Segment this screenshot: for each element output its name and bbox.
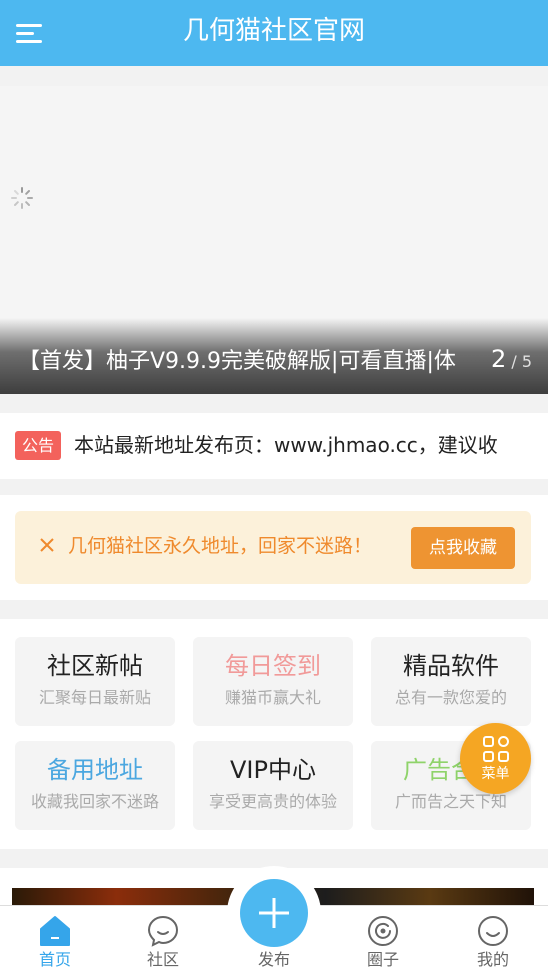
top-app-bar: 几何猫社区官网 xyxy=(0,0,548,66)
publish-label: 发布 xyxy=(257,950,290,969)
banner-pager: 2 / 5 xyxy=(491,343,532,378)
tile-title: 备用地址 xyxy=(47,756,143,784)
loading-spinner-icon xyxy=(11,187,33,209)
floating-menu-button[interactable]: 菜单 xyxy=(460,723,531,794)
floating-menu-label: 菜单 xyxy=(481,766,510,782)
feature-grid: 社区新帖 汇聚每日最新贴 每日签到 赚猫币赢大礼 精品软件 总有一款您爱的 备用… xyxy=(0,619,548,849)
page-title: 几何猫社区官网 xyxy=(182,16,365,46)
banner-current-page: 2 xyxy=(490,345,507,373)
tile-backup-address[interactable]: 备用地址 收藏我回家不迷路 xyxy=(15,741,175,830)
tab-label: 社区 xyxy=(146,950,179,969)
smiley-face-icon xyxy=(478,916,508,946)
tab-label: 我的 xyxy=(476,950,509,969)
banner-caption-overlay: 【首发】柚子V9.9.9完美破解版|可看直播|体 2 / 5 xyxy=(0,318,548,394)
permanent-address-text: 几何猫社区永久地址，回家不迷路！ xyxy=(68,535,373,557)
announcement-text[interactable]: 本站最新地址发布页：www.jhmao.cc，建议收 xyxy=(74,429,498,461)
permanent-address-card: 几何猫社区永久地址，回家不迷路！ 点我收藏 xyxy=(15,511,531,584)
home-icon xyxy=(40,916,70,946)
app-root: 几何猫社区官网 【首发】柚子V9.9.9完美破解版|可看直播|体 2 / 5 公… xyxy=(0,0,548,975)
tab-home[interactable]: 首页 xyxy=(0,906,110,975)
announcement-bar[interactable]: 公告 本站最新地址发布页：www.jhmao.cc，建议收 xyxy=(0,413,548,479)
tab-circles[interactable]: 圈子 xyxy=(328,906,438,975)
plus-icon xyxy=(259,898,289,928)
tile-subtitle: 收藏我回家不迷路 xyxy=(31,792,160,811)
tile-subtitle: 赚猫币赢大礼 xyxy=(224,688,321,707)
tab-mine[interactable]: 我的 xyxy=(438,906,548,975)
banner-slider[interactable]: 【首发】柚子V9.9.9完美破解版|可看直播|体 2 / 5 xyxy=(0,86,548,394)
tile-title: 每日签到 xyxy=(225,652,321,680)
tile-subtitle: 汇聚每日最新贴 xyxy=(38,688,151,707)
tile-vip-center[interactable]: VIP中心 享受更高贵的体验 xyxy=(193,741,353,830)
tile-community-new-posts[interactable]: 社区新帖 汇聚每日最新贴 xyxy=(15,637,175,726)
tile-subtitle: 享受更高贵的体验 xyxy=(209,792,338,811)
tile-premium-software[interactable]: 精品软件 总有一款您爱的 xyxy=(371,637,531,726)
tab-label: 圈子 xyxy=(366,950,399,969)
banner-page-total: / 5 xyxy=(506,352,532,371)
apps-grid-icon xyxy=(483,736,509,762)
chat-bubble-icon xyxy=(147,915,179,947)
tile-title: VIP中心 xyxy=(230,756,316,784)
close-icon[interactable] xyxy=(37,535,57,555)
announcement-badge: 公告 xyxy=(15,431,61,460)
tab-label: 首页 xyxy=(38,950,71,969)
tile-daily-checkin[interactable]: 每日签到 赚猫币赢大礼 xyxy=(193,637,353,726)
address-section: 几何猫社区永久地址，回家不迷路！ 点我收藏 xyxy=(0,495,548,600)
bookmark-button[interactable]: 点我收藏 xyxy=(411,527,515,569)
tile-title: 精品软件 xyxy=(403,652,499,680)
tile-title: 社区新帖 xyxy=(47,652,143,680)
banner-title[interactable]: 【首发】柚子V9.9.9完美破解版|可看直播|体 xyxy=(18,346,488,378)
tab-community[interactable]: 社区 xyxy=(108,906,218,975)
circle-icon xyxy=(368,916,398,946)
tile-subtitle: 总有一款您爱的 xyxy=(394,688,507,707)
publish-button[interactable] xyxy=(240,879,308,947)
